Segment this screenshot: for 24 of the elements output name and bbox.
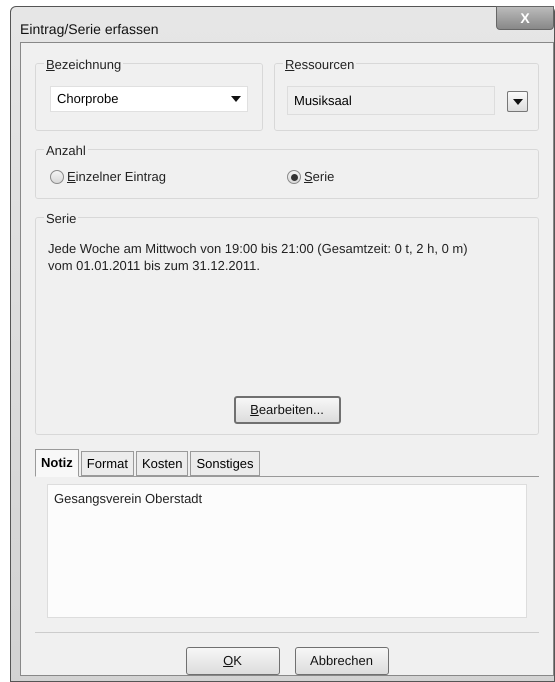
caret-icon	[231, 96, 241, 102]
radio-label: Einzelner Eintrag	[67, 168, 166, 186]
tab[interactable]: Kosten	[136, 451, 188, 476]
note-text: Gesangsverein Oberstadt	[54, 491, 202, 506]
series-description: Jede Woche am Mittwoch von 19:00 bis 21:00 (Gesamtzeit: 0 t, 2 h, 0 m) vom 01.01.2011 bis zum 31.12.2011.	[48, 240, 469, 274]
radio-option[interactable]: Einzelner Eintrag	[50, 167, 287, 187]
tab[interactable]: Sonstiges	[190, 451, 260, 476]
radio-option[interactable]: Serie	[287, 167, 524, 187]
window-title: Eintrag/Serie erfassen	[20, 20, 159, 39]
field-value: Musiksaal	[294, 92, 352, 110]
tab[interactable]: Notiz	[35, 449, 79, 477]
radio-button[interactable]	[50, 170, 64, 184]
ressourcen-field[interactable]: Musiksaal	[287, 86, 495, 115]
radio-label: Serie	[304, 168, 334, 186]
edit-button[interactable]: Bearbeiten...	[234, 396, 340, 424]
dropdown-value: Chorprobe	[57, 90, 118, 108]
caret-icon	[512, 98, 522, 104]
tab[interactable]: Format	[80, 451, 134, 476]
dialog-button[interactable]: Abbrechen	[294, 647, 388, 675]
bezeichnung-dropdown[interactable]: Chorprobe	[50, 86, 248, 112]
dropdown-button[interactable]	[507, 91, 528, 112]
note-textarea[interactable]: Gesangsverein Oberstadt	[47, 484, 527, 618]
radio-button[interactable]	[287, 170, 301, 184]
dialog-button[interactable]: OK	[186, 647, 280, 675]
